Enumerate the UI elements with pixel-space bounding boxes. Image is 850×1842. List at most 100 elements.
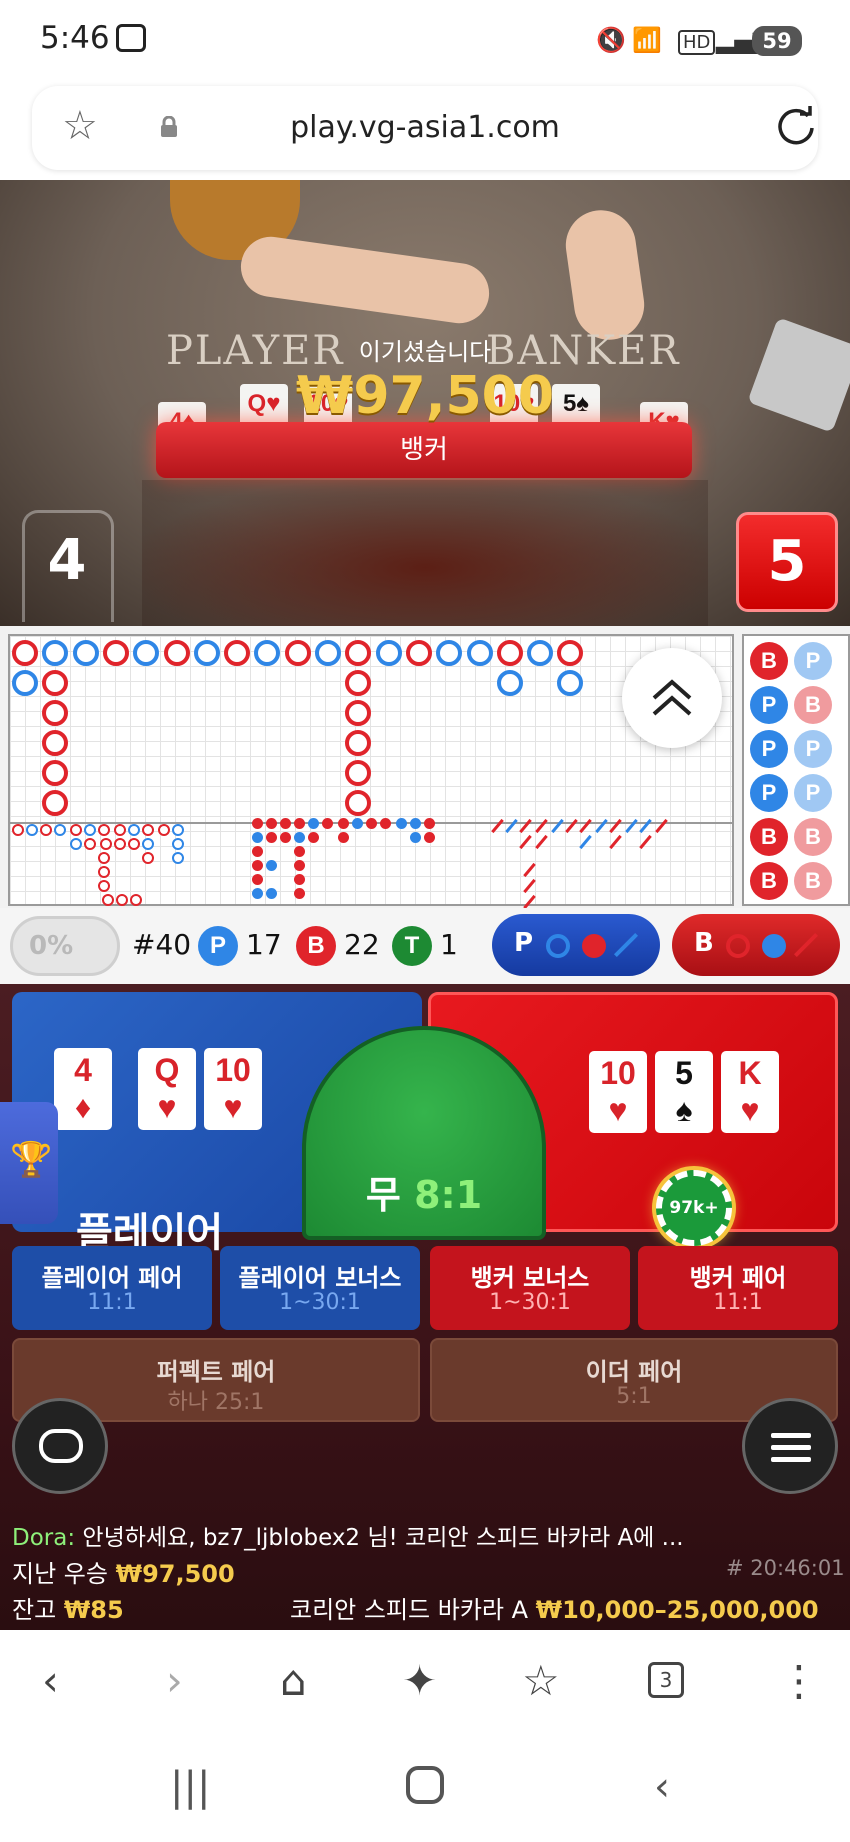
menu-icon-line (771, 1433, 811, 1438)
big-road-mark (42, 730, 68, 756)
small-road-mark (70, 838, 82, 850)
banker-pair-bet[interactable]: 뱅커 페어 11:1 (638, 1246, 838, 1330)
reload-icon[interactable] (774, 104, 818, 148)
big-road-mark (345, 790, 371, 816)
small-road-dot (352, 818, 363, 829)
small-road-dot (252, 888, 263, 899)
banker-badge: B (296, 926, 336, 966)
small-road-mark (142, 852, 154, 864)
big-road-mark (12, 670, 38, 696)
small-road-dot (280, 818, 291, 829)
small-road-dot (338, 818, 349, 829)
tie-bet-label: 무 8:1 (365, 1173, 483, 1217)
big-road-mark (193, 640, 220, 666)
small-road-mark (26, 824, 38, 836)
round-time: # 20:46:01 (726, 1556, 845, 1580)
recents-icon[interactable]: ||| (170, 1764, 210, 1810)
result-banner: 뱅커 (156, 422, 692, 478)
menu-button[interactable] (742, 1398, 838, 1494)
collapse-roadmap-button[interactable] (622, 648, 722, 748)
small-road-dot (294, 818, 305, 829)
bead-plate-mark: P (750, 686, 788, 724)
big-road-mark (496, 640, 523, 666)
chevron-up-icon (652, 679, 692, 716)
win-glow (142, 480, 708, 626)
battery-indicator: 59 (752, 26, 802, 56)
bookmarks-icon[interactable]: ☆ (522, 1660, 560, 1702)
roadmap-panel[interactable]: BPPBPPPPBBBB (0, 626, 850, 910)
small-road-dot (410, 832, 421, 843)
bead-plate-mark: P (794, 642, 832, 680)
tabs-button[interactable]: 3 (648, 1662, 684, 1698)
banker-bet-card-3: K ♥ (721, 1051, 779, 1133)
small-road-dot (280, 832, 291, 843)
percent-toggle[interactable]: 0% (10, 916, 120, 976)
menu-icon-line (771, 1445, 811, 1450)
small-road-dot (396, 818, 407, 829)
status-bar: 5:46 🔇 📶 HD ▂▄▆ 59 (0, 0, 850, 82)
dealer-hand-left (237, 232, 493, 328)
small-road-mark (172, 838, 184, 850)
trophy-tab[interactable]: 🏆 (0, 1102, 58, 1224)
small-road-mark (114, 838, 126, 850)
bead-plate-mark: B (794, 862, 832, 900)
bead-plate-mark: P (750, 774, 788, 812)
big-road-mark (42, 670, 68, 696)
small-road-dot (252, 832, 263, 843)
player-count: 17 (246, 928, 282, 961)
home-icon[interactable]: ⌂ (280, 1660, 307, 1702)
small-road-mark (158, 824, 170, 836)
small-road-mark (128, 838, 140, 850)
small-road-mark (54, 824, 66, 836)
bead-plate-mark: B (794, 818, 832, 856)
forward-icon[interactable]: › (166, 1660, 183, 1702)
url-bar[interactable]: ☆ play.vg-asia1.com (32, 86, 818, 170)
bead-plate-mark: B (750, 818, 788, 856)
player-bet-card-2: Q ♥ (138, 1048, 196, 1130)
last-win: 지난 우승 ₩97,500 (12, 1560, 235, 1588)
screenshot-icon (116, 24, 146, 52)
system-nav: ||| ‹ (0, 1736, 850, 1842)
bead-plate-mark: P (750, 730, 788, 768)
small-road-mark (142, 824, 154, 836)
more-icon[interactable]: ⋮ (778, 1660, 820, 1702)
small-road-mark (142, 838, 154, 850)
big-road-mark (345, 700, 371, 726)
big-road-mark (375, 640, 402, 666)
big-road-mark (133, 640, 160, 666)
player-pair-bet[interactable]: 플레이어 페어 11:1 (12, 1246, 212, 1330)
big-road-mark (466, 640, 493, 666)
small-road-mark (172, 824, 184, 836)
small-road-dot (294, 874, 305, 885)
bead-plate-mark: P (794, 774, 832, 812)
big-road-mark (497, 670, 523, 696)
small-road-mark (114, 824, 126, 836)
banker-predict-button[interactable]: B (672, 914, 840, 976)
small-road-mark (130, 894, 142, 906)
small-road-dot (266, 818, 277, 829)
sparkle-icon[interactable]: ✦ (402, 1660, 437, 1702)
small-road-dot (252, 846, 263, 857)
bead-plate-mark: B (794, 686, 832, 724)
small-road-mark (98, 852, 110, 864)
banker-bonus-bet[interactable]: 뱅커 보너스 1~30:1 (430, 1246, 630, 1330)
player-predict-button[interactable]: P (492, 914, 660, 976)
big-road-mark (436, 640, 463, 666)
big-road-mark (12, 640, 38, 666)
small-road-mark (102, 894, 114, 906)
back-icon[interactable]: ‹ (42, 1660, 59, 1702)
url-text[interactable]: play.vg-asia1.com (32, 110, 818, 145)
chat-button[interactable] (12, 1398, 108, 1494)
bead-plate: BPPBPPPPBBBB (742, 634, 850, 906)
small-road-mark (98, 880, 110, 892)
back-system-icon[interactable]: ‹ (654, 1764, 670, 1810)
small-road-dot (308, 832, 319, 843)
banker-count: 22 (344, 928, 380, 961)
small-road-dot (252, 860, 263, 871)
home-system-icon[interactable] (406, 1766, 444, 1804)
clock: 5:46 (40, 20, 110, 56)
win-message: 이기셨습니다 (358, 338, 492, 366)
player-bonus-bet[interactable]: 플레이어 보너스 1~30:1 (220, 1246, 420, 1330)
small-road-dot (424, 818, 435, 829)
small-road-dot (266, 832, 277, 843)
